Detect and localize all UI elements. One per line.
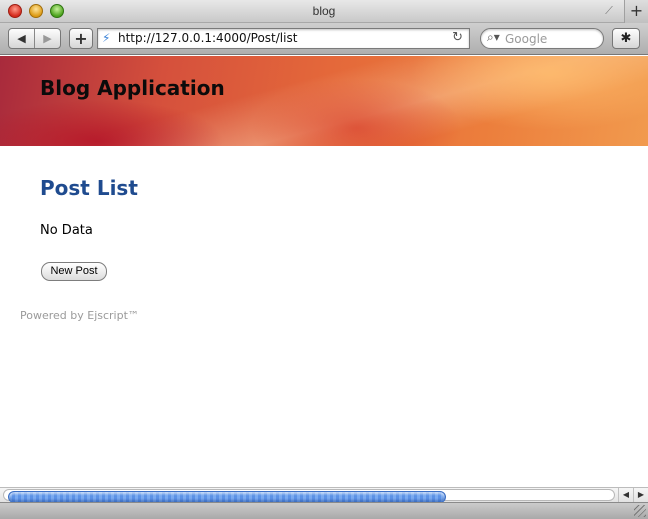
new-post-button[interactable]: New Post xyxy=(41,262,107,281)
favicon-icon: ⚡ xyxy=(102,31,111,45)
scroll-right-arrow[interactable]: ▶ xyxy=(633,488,648,502)
toolbar-toggle-icon[interactable]: ⟋ xyxy=(602,4,616,18)
url-text[interactable]: http://127.0.0.1:4000/Post/list xyxy=(118,31,297,45)
bug-report-button[interactable]: ✱ xyxy=(612,28,640,49)
window-title: blog xyxy=(312,4,336,18)
navigation-buttons: ◀ ▶ xyxy=(8,28,61,49)
page-title: Post List xyxy=(40,176,138,200)
status-bar xyxy=(0,502,648,519)
resize-grip-icon[interactable] xyxy=(634,505,646,517)
add-bookmark-button[interactable]: + xyxy=(69,28,93,49)
search-input[interactable] xyxy=(505,31,597,46)
window-titlebar: blog ⟋ + xyxy=(0,0,648,23)
reload-icon[interactable]: ↻ xyxy=(452,30,463,45)
header-banner: Blog Application xyxy=(0,56,648,146)
horizontal-scrollbar[interactable]: ◀ ▶ xyxy=(0,487,648,503)
empty-state-text: No Data xyxy=(40,223,93,238)
search-icon[interactable]: ⌕▾ xyxy=(487,30,500,45)
back-button[interactable]: ◀ xyxy=(9,29,35,48)
address-bar[interactable]: ⚡ http://127.0.0.1:4000/Post/list ↻ xyxy=(97,28,470,49)
new-tab-button[interactable]: + xyxy=(624,0,648,23)
forward-button[interactable]: ▶ xyxy=(35,29,60,48)
scroll-left-arrow[interactable]: ◀ xyxy=(618,488,633,502)
browser-toolbar: ◀ ▶ + ⚡ http://127.0.0.1:4000/Post/list … xyxy=(0,23,648,55)
scrollbar-track[interactable] xyxy=(3,489,615,503)
footer-text: Powered by Ejscript™ xyxy=(20,309,139,322)
app-title: Blog Application xyxy=(40,76,225,100)
search-field[interactable]: ⌕▾ xyxy=(480,28,604,49)
